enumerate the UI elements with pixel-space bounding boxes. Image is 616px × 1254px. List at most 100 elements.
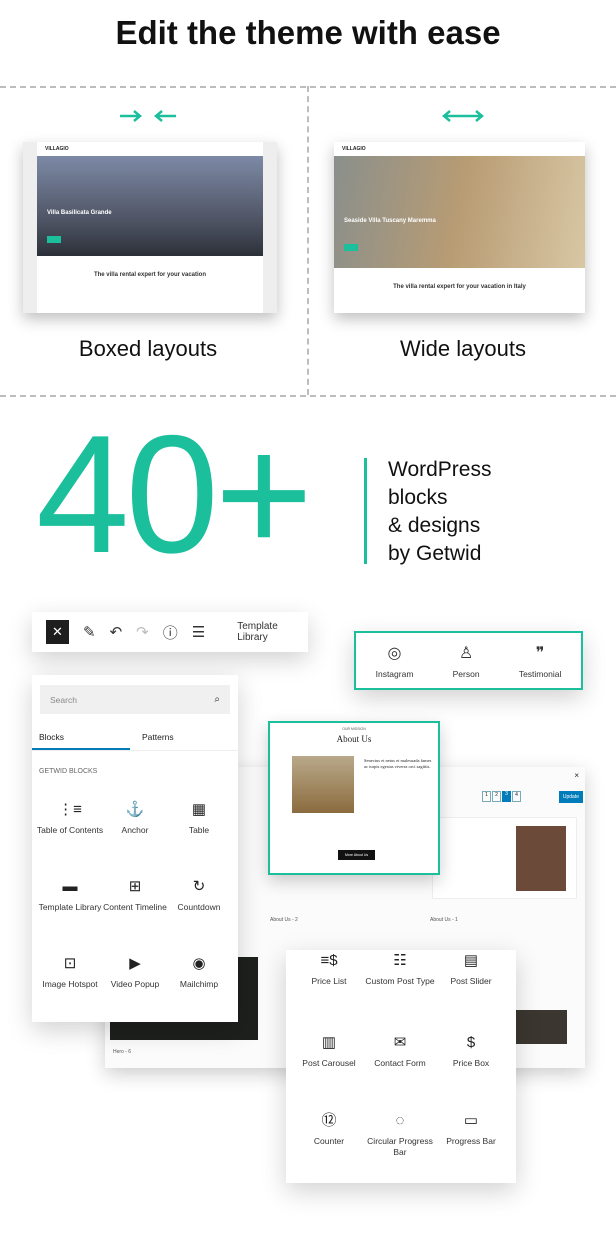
divider	[307, 86, 309, 395]
site-logo: VILLAGIO	[334, 142, 585, 156]
block-label: Circular Progress Bar	[367, 1136, 433, 1157]
tagline: The villa rental expert for your vacatio…	[393, 284, 526, 290]
block-item[interactable]: ▭ Progress Bar	[436, 1110, 506, 1147]
block-inserter: Search ⌕ Blocks Patterns GETWID BLOCKS ⋮…	[32, 675, 238, 1022]
block-testimonial[interactable]: ❞ Testimonial	[519, 643, 562, 679]
block-item[interactable]: ⊡ Image Hotspot	[35, 953, 105, 990]
close-icon[interactable]: ×	[574, 771, 579, 780]
page-button[interactable]: 1	[482, 791, 491, 802]
block-item[interactable]: ⋮≡ Table of Contents	[35, 799, 105, 836]
block-label: Video Popup	[110, 979, 160, 989]
block-item[interactable]: ▤ Post Slider	[436, 950, 506, 987]
block-item[interactable]: ✉ Contact Form	[365, 1032, 435, 1069]
template-library-button[interactable]: Template Library	[237, 621, 308, 643]
pencil-icon[interactable]: ✎	[83, 623, 96, 641]
list-view-icon[interactable]: ☰	[192, 623, 205, 641]
card-label: Hero - 6	[113, 1049, 132, 1055]
block-icon: $	[466, 1034, 476, 1051]
person-icon: ♙	[458, 644, 474, 662]
stat-line: by Getwid	[388, 542, 482, 565]
block-label: Template Library	[38, 902, 102, 912]
block-icon: ◉	[192, 955, 206, 972]
block-item[interactable]: ▦ Table	[164, 799, 234, 836]
block-item[interactable]: ◌ Circular Progress Bar	[365, 1110, 435, 1158]
card-label: About Us - 2	[270, 917, 298, 923]
block-item[interactable]: ↻ Countdown	[164, 876, 234, 913]
block-label: Table	[188, 825, 210, 835]
site-logo: VILLAGIO	[37, 142, 263, 156]
wide-layouts-label: Wide layouts	[400, 336, 526, 361]
update-button[interactable]: Update	[558, 791, 583, 803]
block-person[interactable]: ♙ Person	[453, 643, 480, 679]
editor-toolbar: ✕ ✎ ↶ ↷ ⓘ ☰ Template Library	[32, 612, 308, 652]
block-item[interactable]: ◉ Mailchimp	[164, 953, 234, 990]
block-item[interactable]: ⚓ Anchor	[100, 799, 170, 836]
divider	[0, 395, 616, 397]
block-item[interactable]: $ Price Box	[436, 1032, 506, 1069]
block-icon: ☷	[393, 952, 407, 969]
more-blocks-panel: ≡$ Price List ☷ Custom Post Type ▤ Post Slide…	[286, 950, 516, 1183]
stat-line: WordPress	[388, 458, 492, 481]
block-icon: ⚓	[125, 801, 145, 818]
block-icon: ▦	[191, 801, 207, 818]
block-label: Post Carousel	[302, 1058, 356, 1068]
block-label: Price Box	[452, 1058, 490, 1068]
block-icon: ✉	[393, 1034, 407, 1051]
block-item[interactable]: ☷ Custom Post Type	[365, 950, 435, 987]
page-button[interactable]: 4	[512, 791, 521, 802]
block-label: Progress Bar	[446, 1136, 496, 1146]
block-label: Contact Form	[374, 1058, 426, 1068]
block-icon: ◌	[395, 1112, 405, 1129]
block-icon: ↻	[192, 878, 206, 895]
search-icon[interactable]: ⌕	[214, 694, 220, 705]
tab-patterns[interactable]: Patterns	[142, 732, 174, 742]
block-instagram[interactable]: ◎ Instagram	[376, 643, 414, 679]
blocks-count: 40+	[36, 400, 313, 588]
block-icon: ≡$	[320, 952, 338, 969]
boxed-layouts-label: Boxed layouts	[78, 336, 218, 361]
arrows-outward-icon	[442, 110, 484, 122]
block-icon: ▥	[321, 1034, 337, 1051]
block-label: Testimonial	[518, 668, 562, 679]
block-label: Table of Contents	[36, 825, 104, 835]
wide-layout-preview: VILLAGIO Seaside Villa Tuscany Maremma T…	[334, 142, 585, 313]
block-icon: ⊞	[128, 878, 142, 895]
page-button[interactable]: 2	[492, 791, 501, 802]
block-item[interactable]: ≡$ Price List	[294, 950, 364, 987]
page-button[interactable]: 3	[502, 791, 511, 802]
block-icon: ▭	[463, 1112, 479, 1129]
redo-icon[interactable]: ↷	[136, 623, 149, 641]
arrows-inward-icon	[120, 110, 176, 122]
block-icon: ▬	[62, 878, 78, 895]
about-us-pattern[interactable]: OUR MISSION About Us Senectus et netus e…	[268, 721, 440, 875]
block-item[interactable]: ▬ Template Library	[35, 876, 105, 913]
testimonial-icon: ❞	[535, 644, 545, 662]
info-icon[interactable]: ⓘ	[163, 622, 178, 643]
block-label: Mailchimp	[179, 979, 219, 989]
block-label: Instagram	[375, 668, 414, 679]
block-label: Content Timeline	[103, 902, 167, 912]
block-label: Price List	[311, 976, 347, 986]
block-label: Post Slider	[450, 976, 492, 986]
stat-line: & designs	[388, 514, 481, 537]
stat-line: blocks	[388, 486, 448, 509]
hero-title: Villa Basilicata Grande	[47, 210, 112, 216]
more-about-button[interactable]: More About Us	[338, 850, 376, 860]
undo-icon[interactable]: ↶	[110, 623, 123, 641]
instagram-icon: ◎	[387, 644, 402, 662]
book-button	[344, 244, 358, 251]
block-label: Countdown	[177, 902, 221, 912]
search-placeholder: Search	[50, 694, 77, 705]
tab-blocks[interactable]: Blocks	[39, 732, 64, 742]
block-item[interactable]: ⊞ Content Timeline	[100, 876, 170, 913]
search-input[interactable]: Search ⌕	[40, 685, 230, 714]
block-icon: ⋮≡	[58, 801, 82, 818]
block-label: Person	[452, 668, 480, 679]
photo	[292, 756, 354, 813]
block-item[interactable]: ⑫ Counter	[294, 1110, 364, 1147]
block-item[interactable]: ▥ Post Carousel	[294, 1032, 364, 1069]
boxed-layout-preview: VILLAGIO Villa Basilicata Grande The vil…	[23, 142, 277, 313]
card-label: About Us - 1	[430, 917, 458, 923]
block-item[interactable]: ▶ Video Popup	[100, 953, 170, 990]
close-icon[interactable]: ✕	[46, 620, 69, 644]
